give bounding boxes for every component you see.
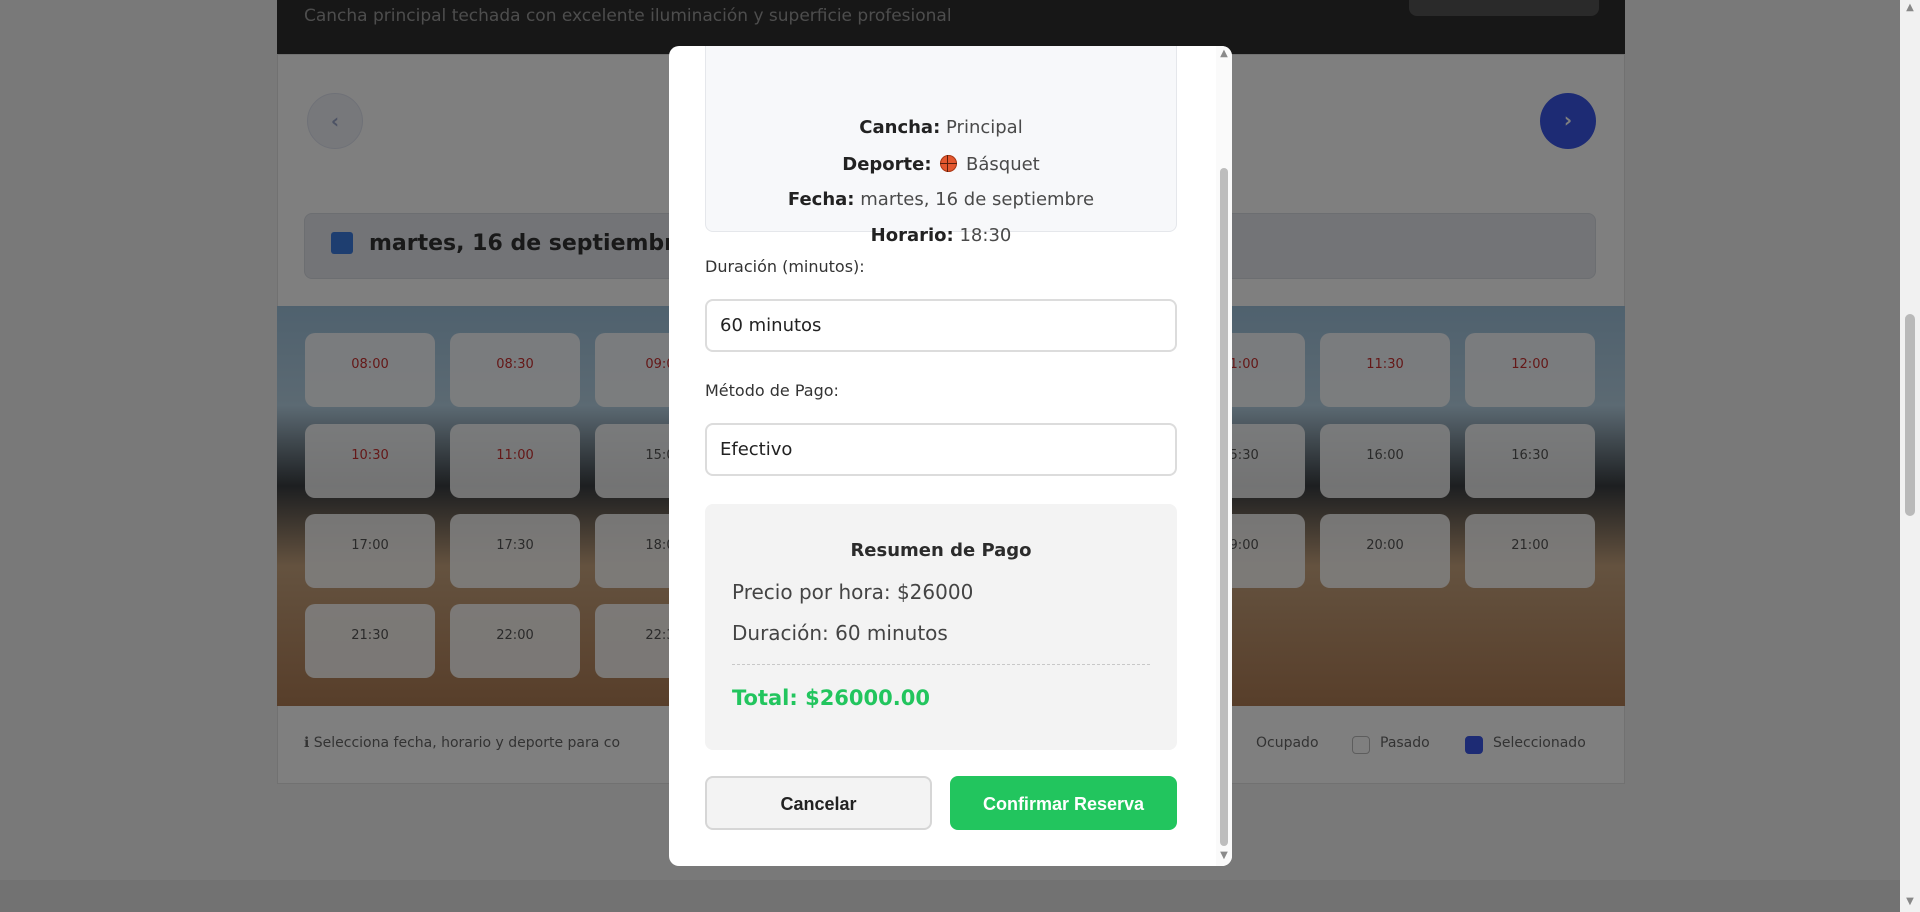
cancha-value: Principal <box>946 117 1023 138</box>
summary-price-per-hour: Precio por hora: $26000 <box>732 580 974 604</box>
payment-summary: Resumen de Pago Precio por hora: $26000 … <box>705 504 1177 750</box>
deporte-value: Básquet <box>966 154 1040 175</box>
duration-label: Duración (minutos): <box>705 257 865 276</box>
deporte-label: Deporte: <box>842 154 932 175</box>
payment-method-label: Método de Pago: <box>705 381 839 400</box>
fecha-label: Fecha: <box>787 189 855 210</box>
summary-divider <box>732 664 1150 665</box>
modal-scrollbar[interactable]: ▲ ▼ <box>1216 46 1232 866</box>
info-horario: Horario: 18:30 <box>706 225 1176 246</box>
page-scroll-thumb[interactable] <box>1905 314 1915 516</box>
summary-total: Total: $26000.00 <box>732 686 930 710</box>
duration-select[interactable]: 60 minutos <box>705 299 1177 352</box>
summary-title: Resumen de Pago <box>850 540 1032 561</box>
info-cancha: Cancha: Principal <box>706 117 1176 138</box>
scroll-up-arrow-icon[interactable]: ▲ <box>1900 2 1920 13</box>
reservation-modal: Cancha: Principal Deporte: Básquet Fecha… <box>669 46 1232 866</box>
cancha-label: Cancha: <box>859 117 941 138</box>
horario-value: 18:30 <box>959 225 1012 246</box>
summary-duration: Duración: 60 minutos <box>732 621 948 645</box>
payment-method-select[interactable]: Efectivo <box>705 423 1177 476</box>
fecha-value: martes, 16 de septiembre <box>860 189 1095 210</box>
modal-scroll-down-icon[interactable]: ▼ <box>1216 850 1232 861</box>
confirm-reservation-button[interactable]: Confirmar Reserva <box>950 776 1177 830</box>
page-scrollbar[interactable]: ▲ ▼ <box>1900 0 1920 912</box>
cancel-button[interactable]: Cancelar <box>705 776 932 830</box>
info-fecha: Fecha: martes, 16 de septiembre <box>706 189 1176 210</box>
info-deporte: Deporte: Básquet <box>706 153 1176 175</box>
modal-scroll-thumb[interactable] <box>1220 168 1228 846</box>
scroll-down-arrow-icon[interactable]: ▼ <box>1900 896 1920 907</box>
modal-scroll-up-icon[interactable]: ▲ <box>1216 48 1232 59</box>
reservation-info-box: Cancha: Principal Deporte: Básquet Fecha… <box>705 46 1177 246</box>
horario-label: Horario: <box>870 225 954 246</box>
basketball-icon <box>940 155 958 172</box>
